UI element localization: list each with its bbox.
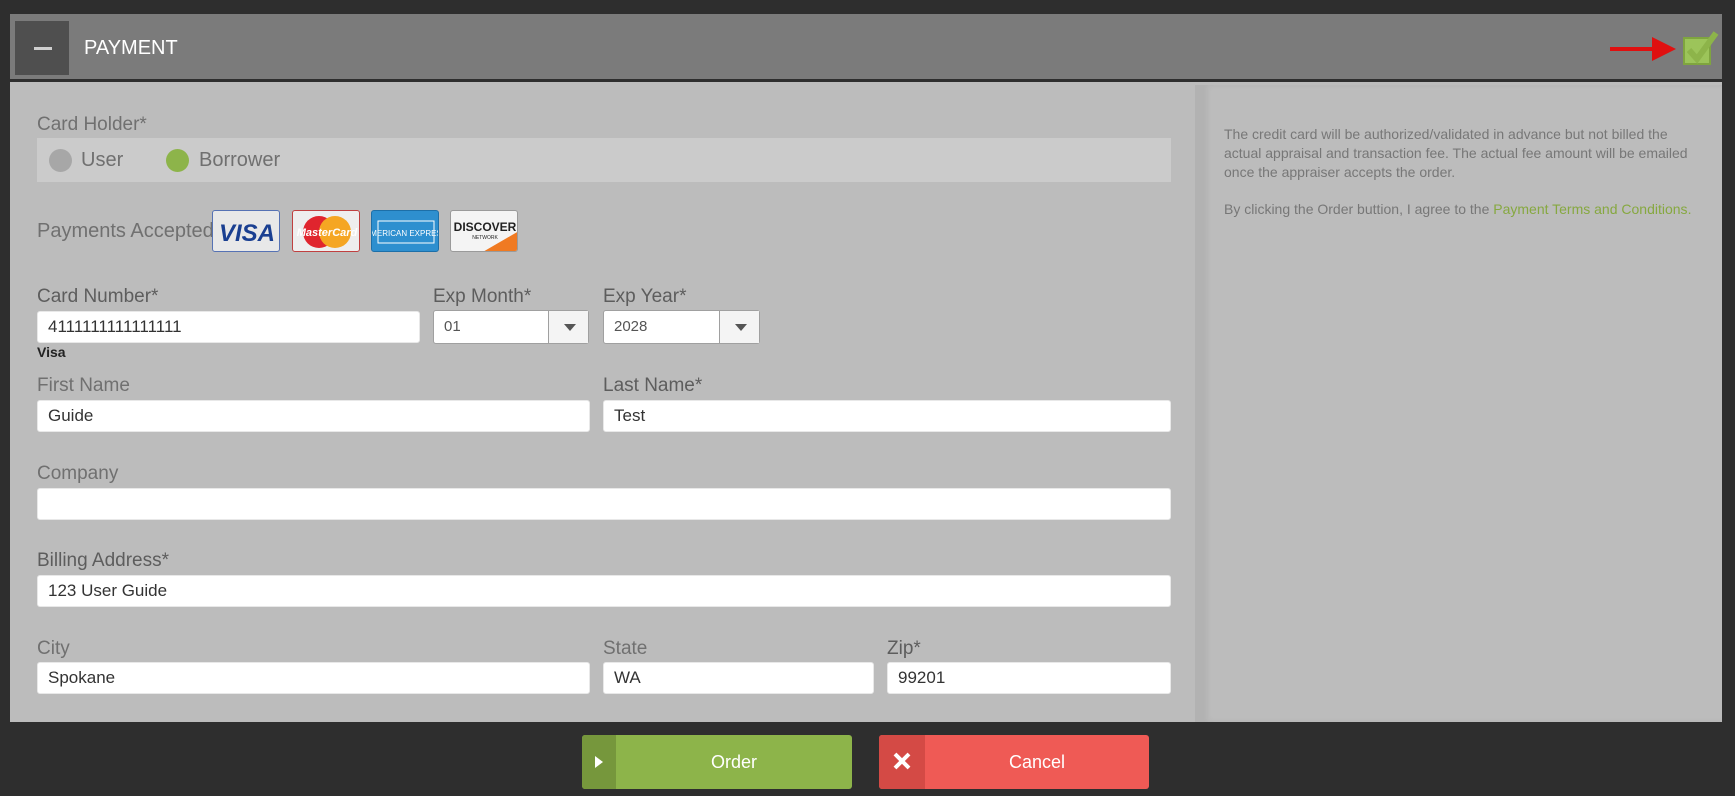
- payments-accepted-label: Payments Accepted:: [37, 220, 220, 242]
- visa-card-icon: VISA: [212, 210, 280, 252]
- order-button-strip: [582, 735, 616, 789]
- first-name-label: First Name: [37, 375, 130, 396]
- panel-title: PAYMENT: [84, 37, 178, 59]
- first-name-input[interactable]: [37, 400, 590, 432]
- company-input[interactable]: [37, 488, 1171, 520]
- collapse-button[interactable]: [15, 21, 69, 75]
- cancel-button-label: Cancel: [1008, 752, 1066, 772]
- checkbox-checked-icon[interactable]: [1680, 28, 1720, 68]
- close-icon: [893, 752, 911, 770]
- exp-year-dropdown-button[interactable]: [719, 311, 759, 343]
- card-type-text: Visa: [37, 344, 66, 360]
- terms-agreement-prefix: By clicking the Order buttion, I agree t…: [1224, 201, 1494, 217]
- mastercard-card-icon: MasterCard: [292, 210, 360, 252]
- radio-borrower[interactable]: [166, 149, 189, 172]
- zip-input[interactable]: [887, 662, 1171, 694]
- order-button-label: Order: [710, 752, 757, 772]
- panel-header: PAYMENT: [10, 14, 1722, 82]
- card-holder-label: Card Holder*: [37, 114, 147, 135]
- city-input[interactable]: [37, 662, 590, 694]
- state-input[interactable]: [603, 662, 874, 694]
- radio-user-label[interactable]: User: [81, 149, 123, 172]
- svg-text:DISCOVER: DISCOVER: [454, 220, 517, 234]
- svg-text:VISA: VISA: [219, 220, 275, 247]
- last-name-input[interactable]: [603, 400, 1171, 432]
- chevron-down-icon: [564, 324, 576, 331]
- exp-month-label: Exp Month*: [433, 286, 532, 307]
- card-number-input[interactable]: [37, 311, 420, 343]
- radio-user[interactable]: [49, 149, 72, 172]
- last-name-label: Last Name*: [603, 375, 703, 396]
- billing-address-label: Billing Address*: [37, 550, 170, 571]
- city-label: City: [37, 638, 70, 659]
- company-label: Company: [37, 463, 119, 484]
- svg-text:AMERICAN EXPRESS: AMERICAN EXPRESS: [372, 229, 439, 238]
- state-label: State: [603, 638, 648, 659]
- exp-month-select[interactable]: 01: [433, 310, 589, 344]
- svg-text:NETWORK: NETWORK: [472, 235, 498, 241]
- exp-year-value: 2028: [614, 318, 648, 335]
- amex-card-icon: AMERICAN EXPRESS: [371, 210, 439, 252]
- payment-panel: PAYMENT: [10, 14, 1722, 722]
- authorization-notice: The credit card will be authorized/valid…: [1224, 126, 1688, 180]
- cancel-button-strip: [879, 735, 925, 789]
- svg-text:MasterCard: MasterCard: [297, 227, 358, 239]
- zip-label: Zip*: [887, 638, 921, 659]
- radio-borrower-label[interactable]: Borrower: [199, 149, 280, 172]
- exp-month-value: 01: [444, 318, 461, 335]
- card-number-label: Card Number*: [37, 286, 159, 307]
- cancel-button[interactable]: Cancel: [879, 735, 1149, 789]
- chevron-down-icon: [735, 324, 747, 331]
- minus-icon: [34, 47, 52, 50]
- payment-terms-link[interactable]: Payment Terms and Conditions: [1493, 201, 1687, 217]
- billing-address-input[interactable]: [37, 575, 1171, 607]
- play-icon: [595, 756, 603, 768]
- exp-year-select[interactable]: 2028: [603, 310, 760, 344]
- red-arrow-icon: [1610, 37, 1676, 61]
- terms-agreement-suffix: .: [1687, 201, 1692, 217]
- order-button[interactable]: Order: [582, 735, 852, 789]
- discover-card-icon: DISCOVER NETWORK: [450, 210, 518, 252]
- terms-agreement-text: By clicking the Order buttion, I agree t…: [1224, 200, 1694, 219]
- exp-month-dropdown-button[interactable]: [548, 311, 588, 343]
- card-holder-radio-group: User Borrower: [37, 138, 1171, 182]
- exp-year-label: Exp Year*: [603, 286, 687, 307]
